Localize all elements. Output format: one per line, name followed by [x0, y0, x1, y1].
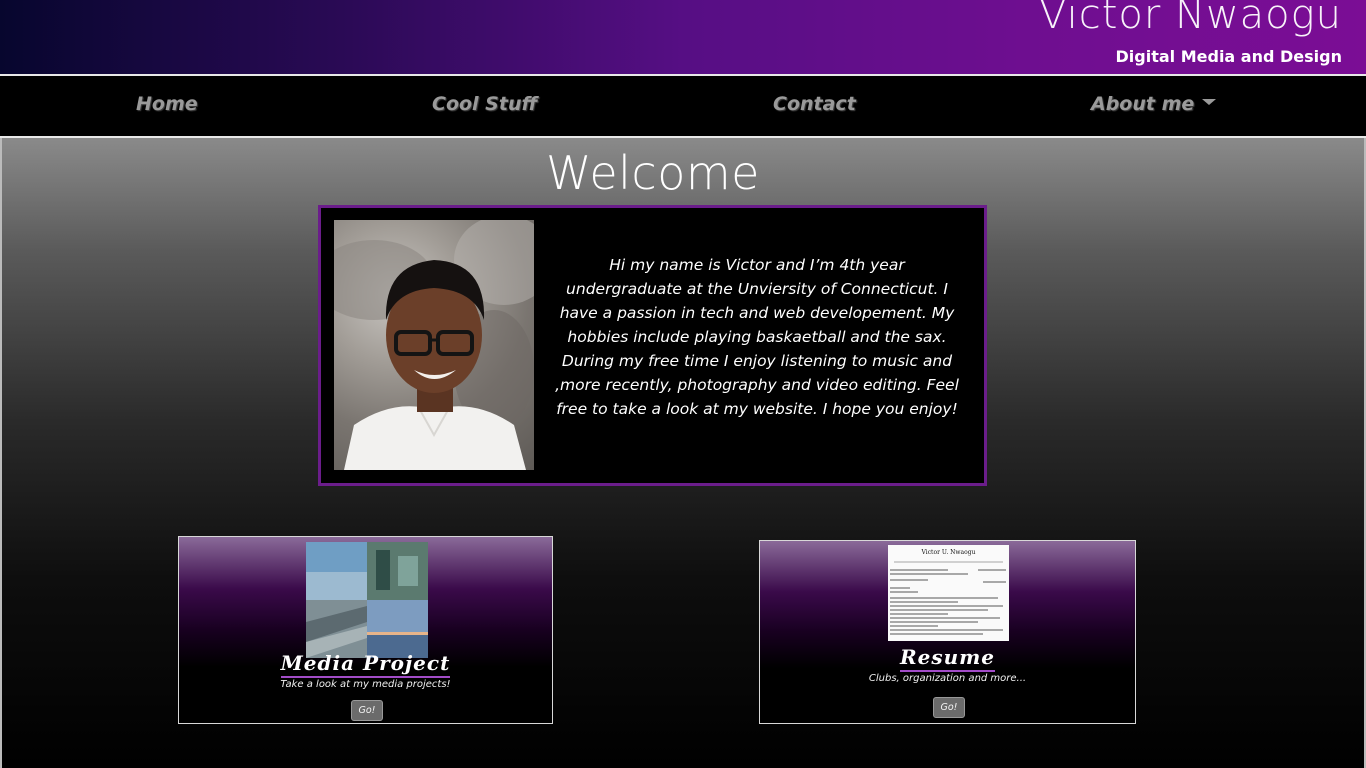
profile-photo [334, 220, 534, 470]
resume-subtitle: Clubs, organization and more... [868, 673, 1027, 684]
nav-bar: Home Cool Stuff Contact About me [0, 74, 1366, 138]
intro-text: Hi my name is Victor and I’m 4th year un… [555, 256, 959, 418]
resume-card: Victor U. Nwaogu Resume Clubs, organizat… [759, 540, 1136, 724]
nav-about-dropdown[interactable]: About me [1091, 93, 1217, 115]
resume-preview-image: Victor U. Nwaogu [888, 545, 1009, 641]
resume-doc-heading: Victor U. Nwaogu [921, 549, 976, 556]
main-content: Welcome Hi my name is Victor and I’m 4th… [0, 138, 1366, 768]
page-title: Welcome [546, 146, 760, 200]
media-collage-image [306, 542, 428, 658]
resume-title-text: Resume [899, 645, 996, 672]
media-project-subtitle: Take a look at my media projects! [280, 679, 451, 690]
intro-panel: Hi my name is Victor and I’m 4th year un… [318, 205, 987, 486]
nav-home[interactable]: Home [136, 93, 198, 115]
resume-go-button[interactable]: Go! [933, 697, 965, 718]
nav-cool-stuff[interactable]: Cool Stuff [432, 93, 537, 115]
nav-contact[interactable]: Contact [773, 93, 856, 115]
media-project-card: Media Project Take a look at my media pr… [178, 536, 553, 724]
caret-down-icon [1202, 98, 1217, 105]
media-project-title: Media Project [179, 651, 552, 678]
site-tagline: Digital Media and Design [1115, 47, 1342, 66]
resume-title: Resume [760, 645, 1135, 672]
media-project-title-text: Media Project [280, 651, 451, 678]
site-header: Victor Nwaogu Digital Media and Design [0, 0, 1366, 74]
nav-about-label: About me [1091, 93, 1195, 115]
site-name: Victor Nwaogu [1039, 0, 1342, 38]
media-project-go-button[interactable]: Go! [351, 700, 383, 721]
